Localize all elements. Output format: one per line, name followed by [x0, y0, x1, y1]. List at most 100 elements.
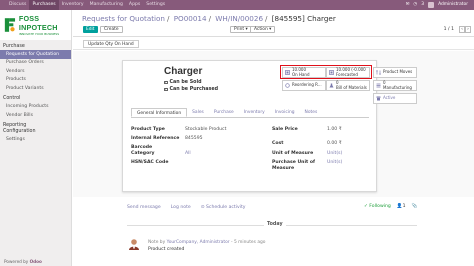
- note-time: - 5 minutes ago: [230, 240, 266, 245]
- purchase-uom-field[interactable]: Unit(s): [327, 160, 342, 165]
- control-panel: Requests for Quotation / PO00014/ WH/IN/0…: [73, 10, 474, 37]
- user-menu[interactable]: Administrator: [438, 0, 468, 10]
- barcode-label: Barcode: [131, 145, 153, 150]
- following-button[interactable]: ✓ Following: [364, 204, 391, 209]
- notebook-tabs: General Information Sales Purchase Inven…: [131, 108, 369, 118]
- powered-by-brand[interactable]: Odoo: [30, 259, 42, 264]
- note-author[interactable]: YourCompany, Administrator: [167, 240, 230, 245]
- message-author-avatar[interactable]: [128, 238, 140, 250]
- company-logo: FOSS INPOTECH INNOVATE YOUR BUSINESS: [0, 10, 71, 40]
- today-label: Today: [264, 222, 286, 227]
- menu-purchases[interactable]: Purchases: [29, 0, 59, 10]
- menu-settings[interactable]: Settings: [143, 0, 168, 10]
- active-toggle-button[interactable]: Active: [373, 93, 417, 104]
- nav-section-reporting[interactable]: Reporting Configuration: [0, 122, 50, 136]
- tab-invoicing[interactable]: Invoicing: [270, 108, 300, 117]
- edit-button[interactable]: Edit: [83, 26, 98, 33]
- flask-icon: [329, 83, 334, 88]
- nav-section-purchase: Purchase: [3, 43, 25, 49]
- tab-general-information[interactable]: General Information: [131, 108, 188, 117]
- follow-controls: ✓ Following 👤1 📎: [364, 204, 417, 209]
- product-type-field[interactable]: Stockable Product: [185, 127, 226, 132]
- cost-field[interactable]: 0.00 ₹: [327, 141, 342, 146]
- logo-icon: [4, 18, 16, 32]
- sidebar-item-products[interactable]: Products: [0, 76, 71, 85]
- send-message-button[interactable]: Send message: [127, 205, 161, 210]
- menu-discuss[interactable]: Discuss: [6, 0, 29, 10]
- check-icon: ✓: [164, 87, 168, 92]
- internal-reference-label: Internal Reference: [131, 136, 180, 141]
- reordering-rules-smart-button[interactable]: Reordering R...: [282, 80, 326, 91]
- manufacturing-smart-button[interactable]: 0 Manufacturing: [373, 80, 417, 91]
- breadcrumb-rfq[interactable]: Requests for Quotation: [82, 14, 165, 23]
- bom-smart-button[interactable]: 0 Bill of Materials: [326, 80, 370, 91]
- breadcrumb-po[interactable]: PO00014: [174, 14, 207, 23]
- cost-label: Cost: [272, 141, 284, 146]
- hsn-code-label: HSN/SAC Code: [131, 160, 169, 165]
- product-image-placeholder[interactable]: [126, 66, 158, 92]
- logo-subtitle: INNOVATE YOUR BUSINESS: [18, 32, 60, 36]
- sidebar-item-purchase-orders[interactable]: Purchase Orders: [0, 59, 71, 68]
- quantity-highlight-box: [280, 65, 372, 79]
- menu-inventory[interactable]: Inventory: [59, 0, 87, 10]
- refresh-icon: [285, 83, 290, 88]
- reordering-rules-label: Reordering R...: [292, 82, 322, 88]
- sidebar-item-settings[interactable]: Settings: [0, 136, 71, 145]
- category-label: Category: [131, 151, 155, 156]
- sidebar-item-incoming-products[interactable]: Incoming Products: [0, 103, 71, 112]
- create-button[interactable]: Create: [100, 26, 123, 33]
- user-avatar[interactable]: [428, 2, 435, 8]
- followers-button[interactable]: 👤1: [397, 204, 406, 209]
- purchase-uom-label-line2: Measure: [272, 166, 295, 171]
- logo-title: FOSS INPOTECH: [18, 14, 58, 32]
- print-dropdown[interactable]: Print ▾: [230, 26, 252, 33]
- powered-by: Powered by Odoo: [4, 259, 42, 264]
- pager-next[interactable]: ›: [465, 26, 471, 33]
- breadcrumb-picking[interactable]: WH/IN/00026: [215, 14, 263, 23]
- attachment-icon[interactable]: 📎: [412, 204, 418, 209]
- notification-badge: 3: [421, 2, 425, 7]
- sidebar-item-rfq[interactable]: Requests for Quotation: [0, 50, 71, 59]
- chat-icon[interactable]: ✉: [406, 0, 410, 10]
- menu-manufacturing[interactable]: Manufacturing: [87, 0, 126, 10]
- product-moves-label: Product Moves: [383, 69, 413, 75]
- breadcrumb: Requests for Quotation / PO00014/ WH/IN/0…: [82, 14, 336, 23]
- internal-reference-field[interactable]: 845595: [185, 136, 203, 141]
- pager-value[interactable]: 1 / 1: [444, 27, 454, 32]
- nav-section-control: Control: [3, 96, 21, 101]
- action-dropdown[interactable]: Action ▾: [250, 26, 276, 33]
- uom-label: Unit of Measure: [272, 151, 314, 156]
- exchange-icon: [376, 70, 381, 75]
- product-moves-smart-button[interactable]: Product Moves: [373, 67, 417, 78]
- update-qty-button[interactable]: Update Qty On Hand: [83, 40, 139, 48]
- tab-purchase[interactable]: Purchase: [209, 108, 239, 117]
- can-be-sold-checkbox[interactable]: ✓ Can be Sold: [164, 80, 202, 85]
- category-field[interactable]: All: [185, 151, 191, 156]
- active-label: Active: [383, 95, 396, 101]
- top-navbar: Discuss Purchases Inventory Manufacturin…: [0, 0, 474, 10]
- breadcrumb-current: [845595] Charger: [271, 14, 336, 23]
- tab-sales[interactable]: Sales: [187, 108, 209, 117]
- uom-field[interactable]: Unit(s): [327, 151, 342, 156]
- sidebar-item-product-variants[interactable]: Product Variants: [0, 84, 71, 93]
- purchase-uom-label-line1: Purchase Unit of: [272, 160, 315, 165]
- sidebar-item-vendor-bills[interactable]: Vendor Bills: [0, 111, 71, 120]
- powered-by-text: Powered by: [4, 259, 29, 264]
- product-type-label: Product Type: [131, 127, 165, 132]
- schedule-activity-button[interactable]: ⊙ Schedule activity: [201, 205, 246, 210]
- tab-inventory[interactable]: Inventory: [239, 108, 270, 117]
- sidebar-item-vendors[interactable]: Vendors: [0, 67, 71, 76]
- can-be-sold-label: Can be Sold: [169, 80, 202, 85]
- can-be-purchased-label: Can be Purchased: [169, 87, 219, 92]
- can-be-purchased-checkbox[interactable]: ✓ Can be Purchased: [164, 87, 218, 92]
- sale-price-field[interactable]: 1.00 ₹: [327, 127, 342, 132]
- product-name[interactable]: Charger: [164, 66, 202, 77]
- message-meta: Note by YourCompany, Administrator - 5 m…: [148, 240, 266, 245]
- tab-notes[interactable]: Notes: [300, 108, 323, 117]
- menu-apps[interactable]: Apps: [126, 0, 143, 10]
- log-note-button[interactable]: Log note: [171, 205, 191, 210]
- message-body: Product created: [148, 247, 185, 252]
- activity-icon[interactable]: ◷: [413, 0, 417, 10]
- sidebar: FOSS INPOTECH INNOVATE YOUR BUSINESS Pur…: [0, 10, 72, 266]
- followers-count: 1: [402, 204, 406, 209]
